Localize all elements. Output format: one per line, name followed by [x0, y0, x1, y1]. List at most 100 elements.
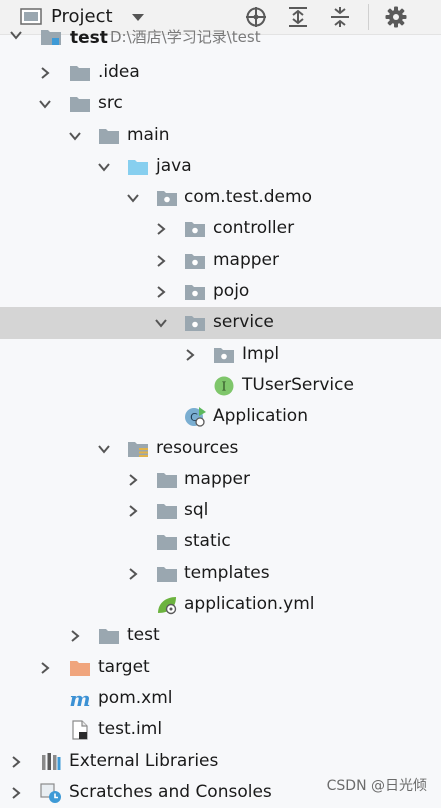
folder-icon: [99, 629, 119, 645]
tree-node-java[interactable]: java: [0, 151, 441, 182]
gear-icon[interactable]: [384, 5, 408, 29]
tree-node-iml[interactable]: test.iml: [0, 714, 441, 745]
chevron-down-icon[interactable]: [125, 190, 141, 206]
svg-text:m: m: [69, 689, 90, 709]
locate-icon[interactable]: [244, 5, 268, 29]
folder-icon: [157, 566, 177, 582]
tree-node-label: templates: [184, 562, 270, 583]
chevron-right-icon[interactable]: [182, 347, 198, 363]
package-icon: [214, 347, 234, 363]
source-root-folder-icon: [128, 159, 148, 175]
watermark: CSDN @日光倾: [326, 778, 427, 794]
tree-node-impl[interactable]: Impl: [0, 339, 441, 370]
tree-node-application-yml[interactable]: application.yml: [0, 589, 441, 620]
chevron-right-icon[interactable]: [125, 472, 141, 488]
tree-node-label: controller: [213, 218, 295, 239]
resources-folder-icon: [128, 441, 148, 457]
tree-node-label: java: [156, 155, 192, 176]
chevron-right-icon[interactable]: [153, 253, 169, 269]
chevron-right-icon[interactable]: [37, 660, 53, 676]
module-path: D:\酒店\学习记录\test: [110, 28, 261, 46]
spring-config-icon: [158, 597, 177, 615]
tree-node-label: test: [70, 28, 108, 48]
maven-icon: m: [69, 689, 90, 709]
tree-node-sql[interactable]: sql: [0, 495, 441, 526]
tree-node-label: External Libraries: [69, 750, 219, 771]
tree-node-test[interactable]: test: [0, 620, 441, 651]
tree-node-src[interactable]: src: [0, 88, 441, 119]
project-view-icon: [20, 8, 42, 25]
package-icon: [185, 285, 205, 301]
folder-icon: [157, 504, 177, 520]
chevron-right-icon[interactable]: [125, 566, 141, 582]
tree-node-label: TUserService: [242, 374, 354, 395]
package-icon: [185, 222, 205, 238]
excluded-folder-icon: [70, 660, 90, 676]
tree-node-pojo[interactable]: pojo: [0, 276, 441, 307]
project-view-title[interactable]: Project: [51, 7, 113, 27]
package-icon: [185, 253, 205, 269]
chevron-right-icon[interactable]: [153, 221, 169, 237]
scratches-icon: [40, 783, 61, 803]
tree-node-label: sql: [184, 500, 209, 521]
tree-node-root[interactable]: test D:\酒店\学习记录\test: [0, 27, 441, 57]
module-folder-icon: [41, 30, 61, 45]
chevron-right-icon[interactable]: [8, 754, 24, 770]
chevron-down-icon[interactable]: [8, 27, 24, 43]
chevron-down-icon[interactable]: [67, 128, 83, 144]
collapse-all-icon[interactable]: [328, 5, 352, 29]
spring-boot-class-icon: C: [185, 407, 206, 427]
package-icon: [157, 191, 177, 207]
interface-icon: I: [214, 376, 234, 396]
folder-icon: [70, 66, 90, 81]
chevron-down-icon[interactable]: [153, 315, 169, 331]
chevron-right-icon[interactable]: [8, 785, 24, 801]
chevron-right-icon[interactable]: [67, 628, 83, 644]
tree-node-res-mapper[interactable]: mapper: [0, 464, 441, 495]
tree-node-label: test.iml: [98, 719, 163, 740]
chevron-down-icon[interactable]: [130, 10, 146, 24]
tree-node-service[interactable]: service: [0, 307, 441, 339]
tree-node-label: src: [98, 93, 123, 114]
tree-node-label: resources: [156, 437, 239, 458]
tree-node-tuserservice[interactable]: I TUserService: [0, 370, 441, 401]
svg-text:I: I: [222, 379, 227, 393]
chevron-down-icon[interactable]: [96, 441, 112, 457]
tree-node-pom[interactable]: m pom.xml: [0, 683, 441, 714]
tree-node-resources[interactable]: resources: [0, 433, 441, 464]
tree-node-label: static: [184, 531, 231, 552]
tree-node-label: application.yml: [184, 594, 315, 615]
chevron-right-icon[interactable]: [37, 65, 53, 81]
tree-node-target[interactable]: target: [0, 652, 441, 683]
tree-node-label: .idea: [98, 62, 140, 82]
tree-node-label: Impl: [242, 343, 280, 364]
folder-icon: [157, 472, 177, 488]
folder-icon: [99, 128, 119, 144]
tree-node-templates[interactable]: templates: [0, 558, 441, 589]
library-icon: [42, 752, 61, 770]
chevron-down-icon[interactable]: [37, 96, 53, 112]
tree-node-package[interactable]: com.test.demo: [0, 182, 441, 213]
tree-node-label: mapper: [184, 468, 251, 489]
tree-node-idea[interactable]: .idea: [0, 57, 441, 88]
tree-node-label: target: [98, 656, 150, 677]
tree-node-static[interactable]: static: [0, 526, 441, 557]
tree-node-controller[interactable]: controller: [0, 213, 441, 244]
chevron-right-icon[interactable]: [125, 503, 141, 519]
tree-node-label: service: [213, 312, 274, 333]
tree-node-label: Application: [213, 406, 308, 427]
package-icon: [185, 316, 205, 332]
tree-node-label: com.test.demo: [184, 187, 312, 208]
tree-node-label: main: [127, 124, 170, 145]
tree-node-external-libraries[interactable]: External Libraries: [0, 746, 441, 777]
project-tree: test D:\酒店\学习记录\test .idea src main java…: [0, 27, 441, 808]
tree-node-mapper[interactable]: mapper: [0, 245, 441, 276]
tree-node-label: test: [127, 625, 160, 646]
chevron-down-icon[interactable]: [96, 159, 112, 175]
tree-node-main[interactable]: main: [0, 120, 441, 151]
expand-all-icon[interactable]: [286, 5, 310, 29]
tree-node-label: Scratches and Consoles: [69, 781, 272, 802]
tree-node-label: pojo: [213, 281, 250, 302]
tree-node-application[interactable]: C Application: [0, 401, 441, 432]
chevron-right-icon[interactable]: [153, 284, 169, 300]
